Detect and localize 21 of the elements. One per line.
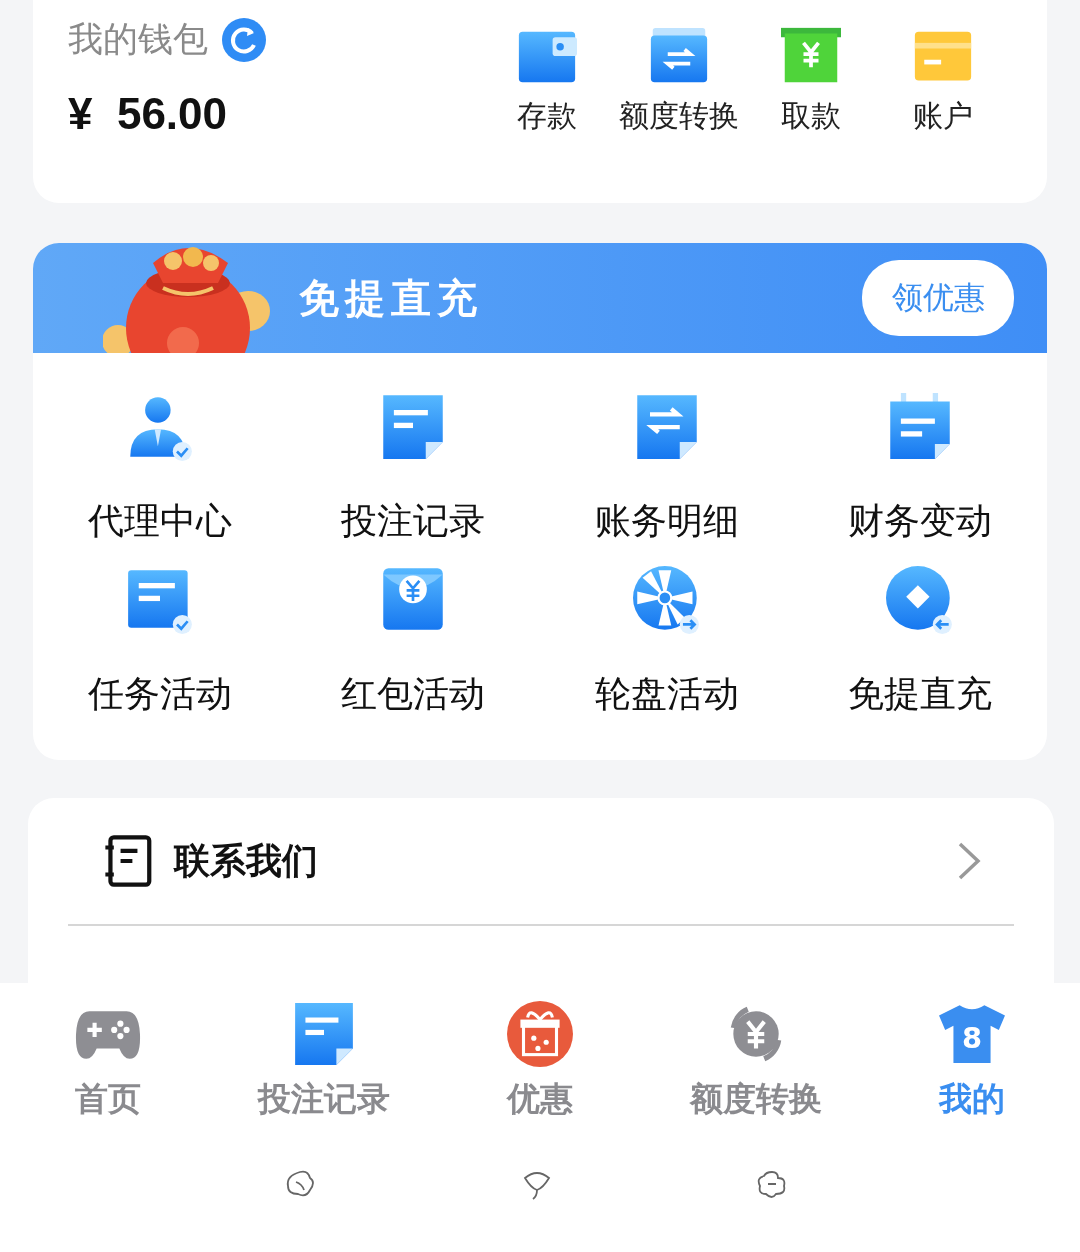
wheel-icon — [632, 566, 701, 634]
feature-item[interactable]: 财务变动 — [793, 393, 1047, 546]
chevron-icon — [956, 841, 982, 881]
feature-item[interactable]: 代理中心 — [33, 393, 287, 546]
menu-item[interactable]: 联系我们 — [174, 836, 956, 886]
wallet-action[interactable]: 额度转换 — [613, 26, 745, 203]
wallet-title: 我的钱包 — [68, 18, 208, 61]
wallet-action[interactable]: 账户 — [877, 26, 1009, 203]
gift-icon — [507, 1001, 573, 1067]
feature-item[interactable]: 红包活动 — [286, 566, 540, 719]
feature-item[interactable]: 任务活动 — [33, 566, 287, 719]
promo-title: 免提直充 — [299, 273, 484, 323]
feature-item[interactable]: 投注记录 — [286, 393, 540, 546]
balance-amount: ¥ 56.00 — [68, 89, 228, 139]
feature-item[interactable]: 轮盘活动 — [540, 566, 794, 719]
wallet-action[interactable]: 存款 — [481, 26, 613, 203]
feature-item[interactable]: 免提直充 — [793, 566, 1047, 719]
wallet-action[interactable]: 取款 — [745, 26, 877, 203]
refresh-icon[interactable] — [222, 17, 266, 62]
coin-icon — [886, 566, 955, 634]
feature-item[interactable]: 账务明细 — [540, 393, 794, 546]
